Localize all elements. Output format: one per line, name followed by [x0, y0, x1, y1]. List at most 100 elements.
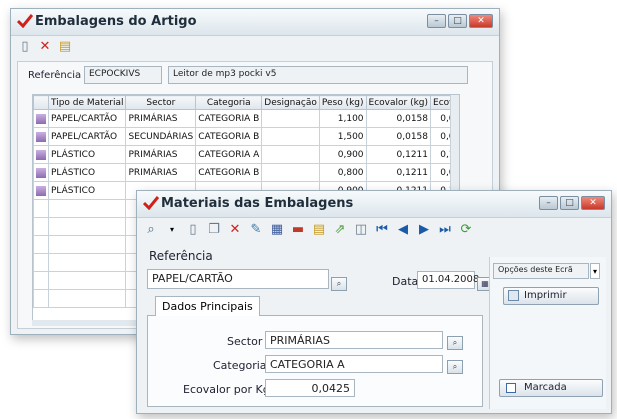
referencia-field[interactable]: ECPOCKIVS — [84, 66, 162, 84]
sector-label: Sector — [227, 335, 263, 348]
sector-lookup-button[interactable]: ⌕ — [447, 336, 463, 350]
ecovalor-label: Ecovalor por Kg — [183, 383, 270, 396]
materiais-titlebar[interactable]: Materiais das Embalagens – □ ✕ — [137, 191, 611, 218]
referencia-lookup-button[interactable]: ⌕ — [331, 277, 347, 291]
table-cell-tipo[interactable]: PAPEL/CARTÃO — [47, 109, 127, 128]
delete-icon[interactable]: ✕ — [37, 39, 53, 55]
opcoes-dropdown-arrow[interactable]: ▾ — [590, 263, 600, 279]
table-cell-ecovalor-kg[interactable]: 0,0158 — [365, 109, 432, 128]
column-header[interactable]: Categoria — [195, 95, 263, 110]
table-cell-ecovalor-kg[interactable]: 0,1211 — [365, 163, 432, 182]
table-cell-designacao[interactable] — [261, 163, 320, 182]
next-record-icon[interactable]: ▶ — [416, 222, 432, 238]
preview-icon[interactable]: ◫ — [353, 222, 369, 238]
table-cell-categoria[interactable]: CATEGORIA B — [195, 163, 263, 182]
table-cell-sector[interactable]: PRIMÁRIAS — [125, 109, 197, 128]
export-icon[interactable]: ⇗ — [332, 222, 348, 238]
table-cell-sector[interactable]: PRIMÁRIAS — [125, 145, 197, 164]
empty-cell — [47, 199, 127, 218]
last-record-icon[interactable]: ⏭ — [437, 222, 453, 238]
table-cell-peso[interactable]: 0,800 — [318, 163, 367, 182]
copy-icon[interactable]: ❐ — [206, 222, 222, 238]
table-cell-sector[interactable]: SECUNDÁRIAS — [125, 127, 197, 146]
table-cell-peso[interactable]: 1,100 — [318, 109, 367, 128]
table-cell-categoria[interactable]: CATEGORIA A — [195, 145, 263, 164]
empty-cell — [33, 199, 49, 218]
minimize-button[interactable]: – — [539, 196, 558, 210]
empty-cell — [33, 253, 49, 272]
table-row[interactable]: PAPEL/CARTÃO PRIMÁRIAS CATEGORIA B 1,100 0,0… — [33, 109, 459, 128]
maximize-button[interactable]: □ — [560, 196, 579, 210]
embalagens-titlebar[interactable]: Embalagens do Artigo – □ ✕ — [11, 9, 499, 36]
material-row-icon — [36, 113, 46, 124]
data-field[interactable]: 01.04.2008 — [417, 271, 479, 289]
table-cell-categoria[interactable]: CATEGORIA B — [195, 127, 263, 146]
empty-cell — [47, 271, 127, 290]
table-cell-tipo[interactable]: PLÁSTICO — [47, 163, 127, 182]
search-icon[interactable]: ⌕ — [143, 222, 159, 238]
edit-icon[interactable]: ✎ — [248, 222, 264, 238]
table-cell-designacao[interactable] — [261, 127, 320, 146]
table-icon[interactable]: ▦ — [269, 222, 285, 238]
imprimir-button[interactable]: Imprimir — [503, 287, 599, 305]
column-header[interactable]: Ecovalor (kg) — [365, 95, 432, 110]
maximize-button[interactable]: □ — [448, 14, 467, 28]
refresh-icon[interactable]: ⟳ — [458, 222, 474, 238]
table-cell-tipo[interactable]: PAPEL/CARTÃO — [47, 127, 127, 146]
row-selector[interactable] — [33, 145, 49, 164]
marcada-button[interactable]: Marcada — [499, 379, 603, 397]
table-row[interactable]: PLÁSTICOPRIMÁRIASCATEGORIA A0,9000,12110… — [33, 145, 459, 164]
row-selector[interactable] — [33, 163, 49, 182]
table-cell-peso[interactable]: 0,900 — [318, 145, 367, 164]
table-cell-ecovalor-kg[interactable]: 0,1211 — [365, 145, 432, 164]
chart-icon[interactable]: ▬ — [290, 222, 306, 238]
material-row-icon — [36, 185, 46, 196]
table-cell-peso[interactable]: 1,500 — [318, 127, 367, 146]
table-cell-designacao[interactable] — [261, 109, 320, 128]
window-title: Materiais das Embalagens — [161, 196, 354, 211]
close-window-button[interactable]: ✕ — [469, 14, 493, 28]
sector-field[interactable]: PRIMÁRIAS — [265, 331, 443, 349]
material-row-icon — [36, 149, 46, 160]
empty-cell — [33, 271, 49, 290]
table-cell-tipo[interactable]: PLÁSTICO — [47, 181, 127, 200]
categoria-label: Categoria — [213, 359, 267, 372]
first-record-icon[interactable]: ⏮ — [374, 222, 390, 238]
column-header[interactable]: Peso (kg) — [318, 95, 367, 110]
brand-check-icon — [17, 14, 33, 28]
previous-record-icon[interactable]: ◀ — [395, 222, 411, 238]
new-document-icon[interactable]: ▯ — [185, 222, 201, 238]
empty-cell — [47, 289, 127, 308]
row-selector[interactable] — [33, 181, 49, 200]
empty-cell — [47, 235, 127, 254]
printer-icon — [508, 290, 519, 301]
minimize-button[interactable]: – — [427, 14, 446, 28]
table-cell-ecovalor-kg[interactable]: 0,0158 — [365, 127, 432, 146]
brand-check-icon — [143, 196, 159, 210]
new-document-icon[interactable]: ▯ — [17, 39, 33, 55]
imprimir-label: Imprimir — [524, 290, 567, 301]
close-window-button[interactable]: ✕ — [581, 196, 605, 210]
categoria-lookup-button[interactable]: ⌕ — [447, 360, 463, 374]
table-cell-categoria[interactable]: CATEGORIA B — [195, 109, 263, 128]
referencia-field[interactable]: PAPEL/CARTÃO — [147, 269, 329, 289]
table-row[interactable]: PLÁSTICOPRIMÁRIASCATEGORIA B0,8000,12110… — [33, 163, 459, 182]
column-header[interactable]: Tipo de Material — [47, 95, 127, 110]
row-selector[interactable] — [33, 127, 49, 146]
table-cell-designacao[interactable] — [261, 145, 320, 164]
grid-header-row: Tipo de Material Sector Categoria Design… — [33, 95, 459, 110]
print-icon[interactable]: ▤ — [57, 39, 73, 55]
dropdown-arrow-icon[interactable]: ▾ — [164, 222, 180, 238]
table-cell-sector[interactable]: PRIMÁRIAS — [125, 163, 197, 182]
opcoes-dropdown[interactable]: Opções deste Ecrã — [493, 263, 589, 279]
column-header[interactable]: Sector — [125, 95, 197, 110]
tab-dados-principais[interactable]: Dados Principais — [155, 296, 260, 316]
table-cell-tipo[interactable]: PLÁSTICO — [47, 145, 127, 164]
table-row[interactable]: PAPEL/CARTÃO SECUNDÁRIAS CATEGORIA B 1,500 0… — [33, 127, 459, 146]
column-header[interactable]: Designação — [261, 95, 320, 110]
categoria-field[interactable]: CATEGORIA A — [265, 355, 443, 373]
ecovalor-field[interactable]: 0,0425 — [265, 379, 355, 397]
row-selector[interactable] — [33, 109, 49, 128]
delete-icon[interactable]: ✕ — [227, 222, 243, 238]
print-icon[interactable]: ▤ — [311, 222, 327, 238]
